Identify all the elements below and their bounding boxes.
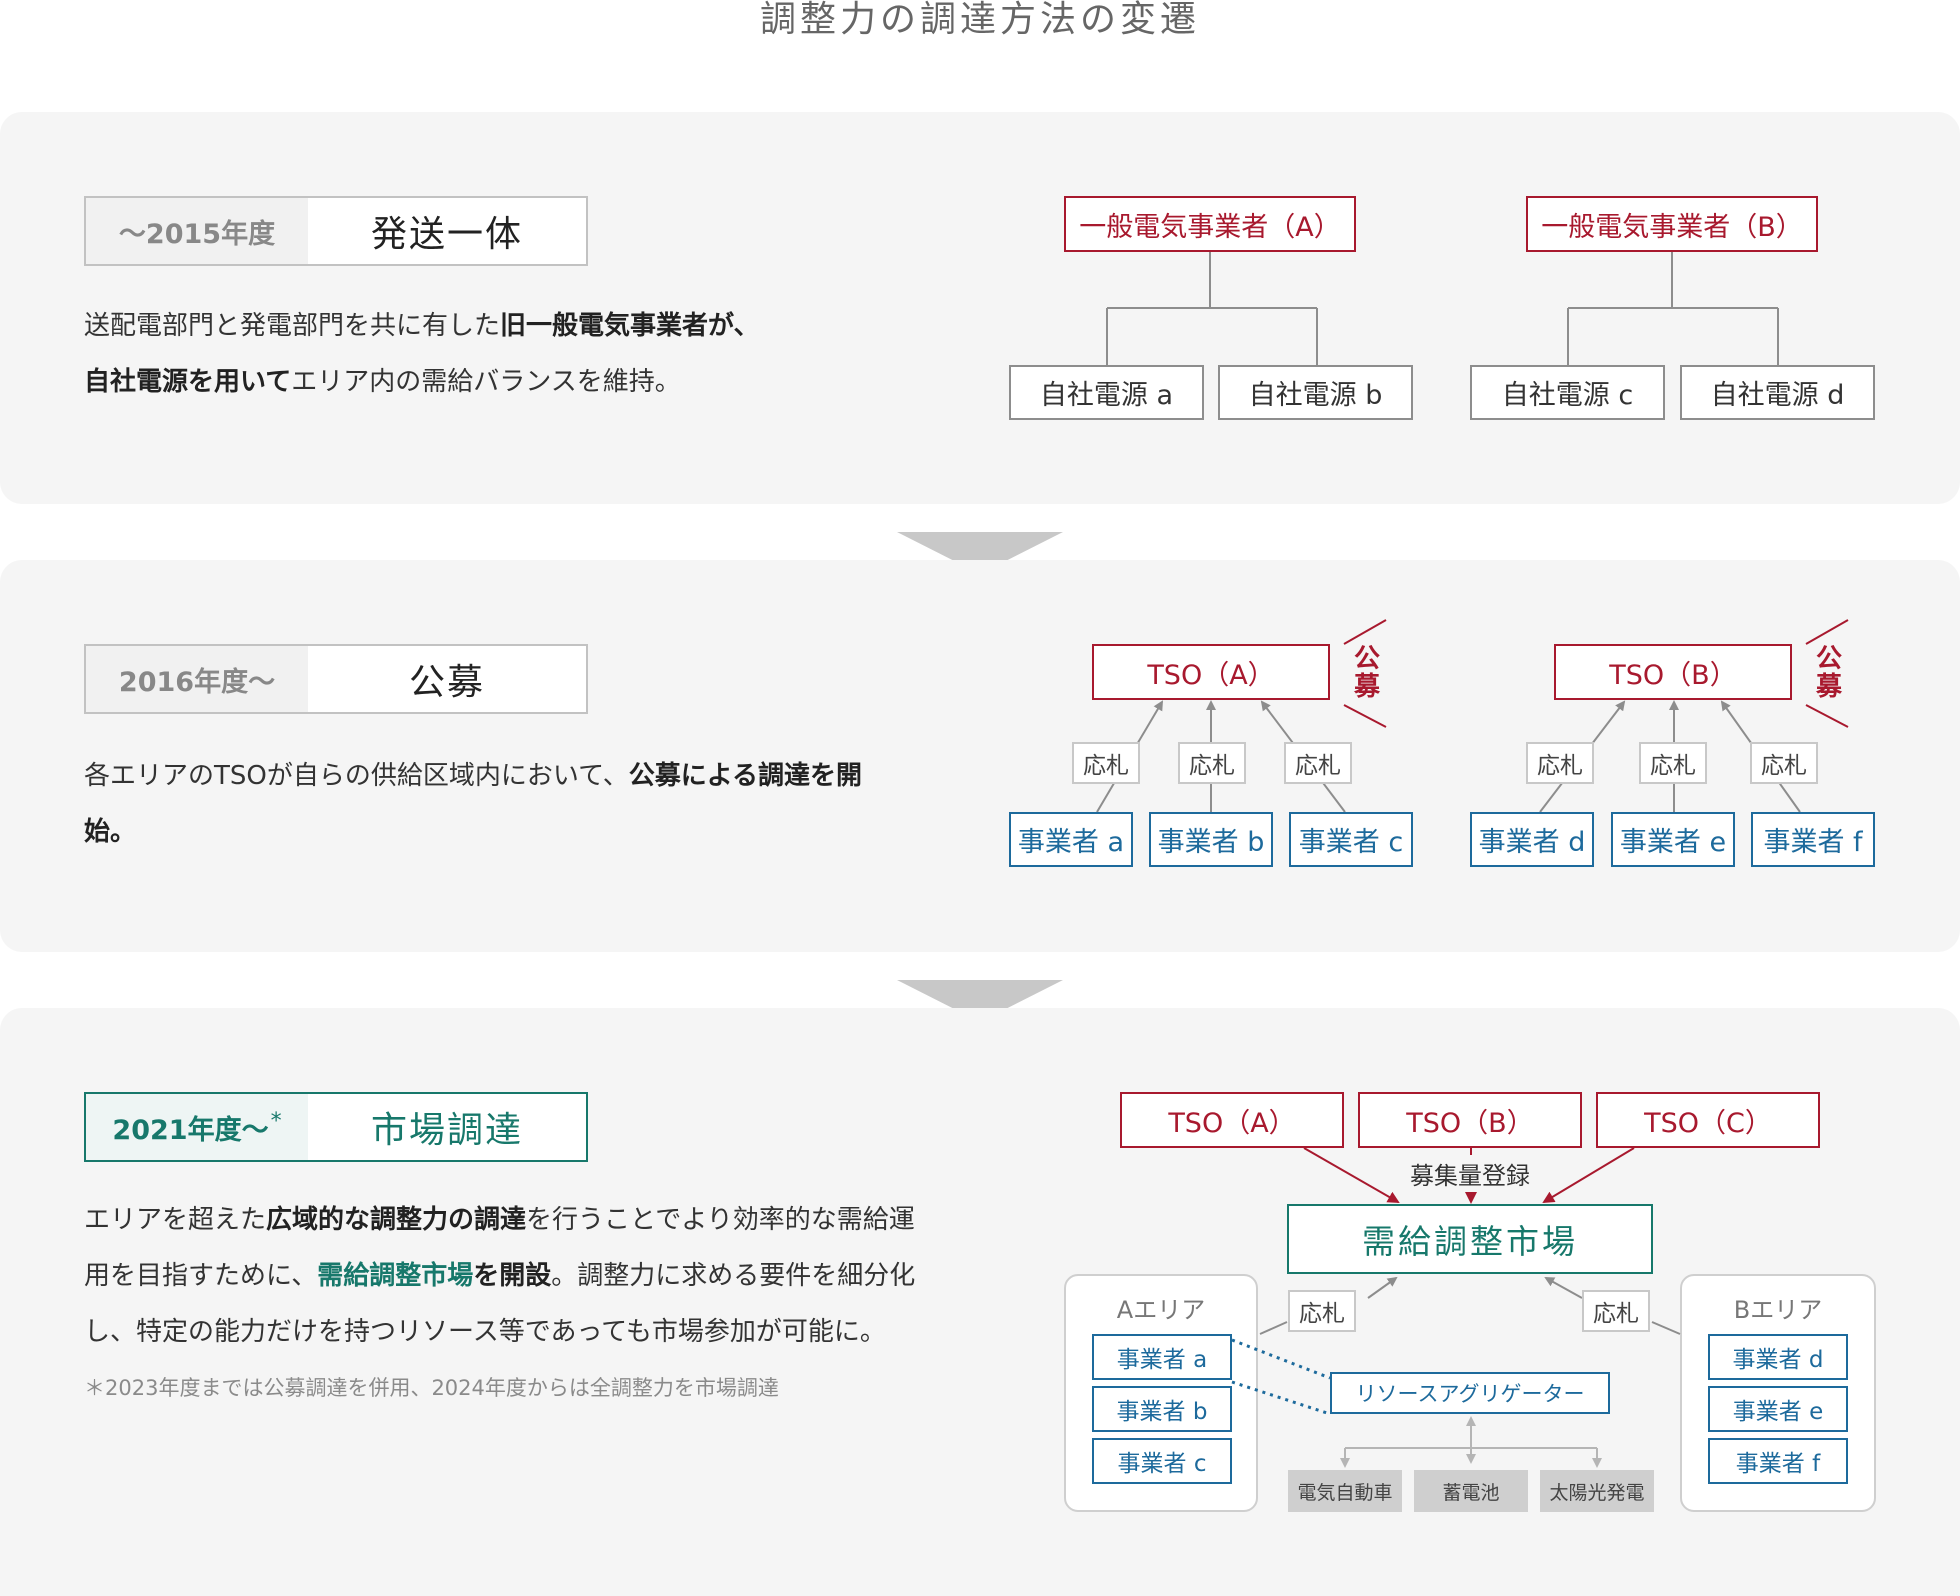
bid-label: 応札	[1582, 1290, 1650, 1332]
area-b-operator-d: 事業者 d	[1708, 1334, 1848, 1380]
balancing-market-box: 需給調整市場	[1287, 1204, 1653, 1274]
bid-label: 応札	[1288, 1290, 1356, 1332]
tso-a-box: TSO（A）	[1120, 1092, 1344, 1148]
resource-ev: 電気自動車	[1288, 1470, 1402, 1512]
resource-aggregator-box: リソースアグリゲーター	[1330, 1372, 1610, 1414]
area-a-operator-c: 事業者 c	[1092, 1438, 1232, 1484]
resource-battery: 蓄電池	[1414, 1470, 1528, 1512]
market-connectors-2021	[1231, 1147, 1681, 1468]
area-a-operator-b: 事業者 b	[1092, 1386, 1232, 1432]
tso-b-box: TSO（B）	[1358, 1092, 1582, 1148]
resource-solar: 太陽光発電	[1540, 1470, 1654, 1512]
area-b-operator-f: 事業者 f	[1708, 1438, 1848, 1484]
registration-label: 募集量登録	[1410, 1162, 1530, 1190]
tso-c-box: TSO（C）	[1596, 1092, 1820, 1148]
area-a-operator-a: 事業者 a	[1092, 1334, 1232, 1380]
area-b-operator-e: 事業者 e	[1708, 1386, 1848, 1432]
